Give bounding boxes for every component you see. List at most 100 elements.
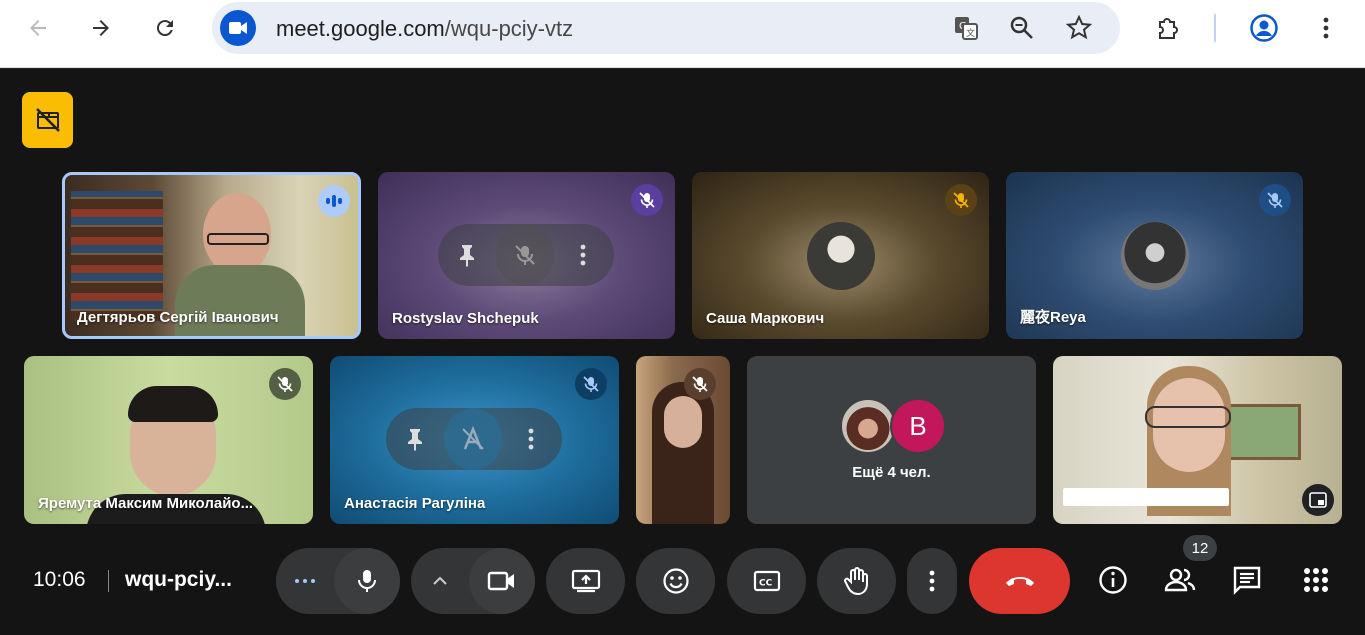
pin-icon — [408, 429, 422, 451]
others-count-label: Ещё 4 чел. — [852, 464, 931, 481]
glasses — [207, 233, 269, 245]
browser-menu-button[interactable] — [1308, 10, 1344, 46]
participant-name: Дегтярьов Сергій Іванович — [77, 309, 279, 326]
audio-controls — [276, 548, 400, 614]
more-options-button[interactable] — [907, 548, 957, 614]
participant-tile[interactable] — [636, 356, 730, 524]
control-divider — [108, 570, 109, 592]
chat-button[interactable] — [1225, 558, 1269, 602]
meet-site-icon — [220, 10, 256, 46]
more-options-button[interactable] — [554, 224, 612, 286]
participant-body — [175, 265, 305, 336]
more-horiz-icon — [295, 579, 315, 583]
meeting-time: 10:06 — [33, 568, 86, 591]
more-vert-icon — [580, 244, 586, 266]
more-vert-icon — [528, 428, 534, 450]
emoji-icon — [662, 568, 689, 594]
meeting-details-button[interactable] — [1091, 558, 1135, 602]
mic-off-icon — [953, 192, 969, 208]
glasses — [1145, 406, 1231, 428]
reload-button[interactable] — [147, 10, 183, 46]
arrow-right-icon — [93, 20, 109, 36]
url-host: meet.google.com — [276, 16, 445, 41]
camera-button[interactable] — [469, 548, 535, 614]
address-bar[interactable]: meet.google.com/wqu-pciy-vtz G文 — [212, 2, 1120, 54]
url-path: /wqu-pciy-vtz — [444, 16, 574, 41]
recording-indicator[interactable] — [22, 92, 73, 148]
wall-picture — [1223, 404, 1301, 460]
participant-letter-avatar: B — [890, 398, 946, 454]
no-video-recording-icon — [35, 108, 60, 132]
muted-indicator — [945, 184, 977, 216]
call-end-icon — [1005, 577, 1034, 586]
profile-button[interactable] — [1246, 10, 1282, 46]
participant-tile[interactable]: 麗夜Reya — [1006, 172, 1303, 339]
participant-avatar — [840, 398, 896, 454]
people-icon — [1164, 568, 1196, 592]
participant-face — [664, 396, 702, 448]
extensions-button[interactable] — [1150, 10, 1186, 46]
present-screen-icon — [571, 569, 600, 593]
mute-participant-button[interactable] — [496, 224, 554, 286]
participant-tile[interactable]: Дегтярьов Сергій Іванович — [62, 172, 361, 339]
video-controls — [411, 548, 535, 614]
captions-button[interactable]: CC — [727, 548, 806, 614]
account-circle-icon — [1250, 14, 1278, 42]
self-view-tile[interactable] — [1053, 356, 1342, 524]
reactions-button[interactable] — [636, 548, 715, 614]
zoom-icon[interactable] — [1008, 14, 1036, 42]
participant-avatar — [807, 222, 875, 290]
tile-hover-controls — [438, 224, 614, 286]
participant-name: Rostyslav Shchepuk — [392, 310, 539, 327]
muted-indicator — [1259, 184, 1291, 216]
people-button[interactable] — [1158, 558, 1202, 602]
present-button[interactable] — [546, 548, 625, 614]
participant-tile[interactable]: Саша Маркович — [692, 172, 989, 339]
hand-icon — [843, 567, 868, 596]
participant-tile[interactable]: Анастасія Рагуліна — [330, 356, 619, 524]
picture-in-picture-icon — [1309, 492, 1327, 508]
raise-hand-button[interactable] — [817, 548, 896, 614]
arrow-left-icon — [30, 20, 46, 36]
participant-name: Саша Маркович — [706, 310, 825, 327]
mic-off-icon — [277, 376, 293, 392]
meeting-code[interactable]: wqu-pciy... — [125, 568, 232, 592]
puzzle-icon — [1159, 18, 1178, 39]
svg-text:文: 文 — [966, 27, 975, 39]
redacted-name — [1063, 488, 1229, 506]
more-vert-icon — [1323, 17, 1329, 39]
muted-indicator — [269, 368, 301, 400]
more-options-button[interactable] — [502, 408, 560, 470]
video-options-button[interactable] — [411, 548, 469, 614]
self-view-resize-button[interactable] — [1302, 484, 1334, 516]
muted-indicator — [631, 184, 663, 216]
bookmark-star-icon[interactable] — [1065, 14, 1093, 42]
activities-button[interactable] — [1294, 558, 1338, 602]
participant-tile[interactable]: Rostyslav Shchepuk — [378, 172, 675, 339]
chat-icon — [1233, 566, 1261, 595]
apps-grid-icon — [1304, 568, 1328, 592]
svg-text:CC: CC — [759, 579, 773, 589]
participant-name: Яремута Максим Миколайо... — [38, 495, 254, 512]
reload-icon — [156, 20, 173, 37]
translate-icon[interactable]: G文 — [952, 14, 980, 42]
muted-indicator — [684, 368, 716, 400]
pin-button[interactable] — [386, 408, 444, 470]
muted-indicator — [575, 368, 607, 400]
mic-off-icon — [639, 192, 655, 208]
leave-call-button[interactable] — [969, 548, 1070, 614]
microphone-button[interactable] — [334, 548, 400, 614]
chevron-up-icon — [433, 576, 447, 585]
back-button[interactable] — [20, 10, 56, 46]
forward-button[interactable] — [83, 10, 119, 46]
mic-off-icon — [1267, 192, 1283, 208]
closed-captions-icon: CC — [753, 570, 780, 592]
browser-toolbar: meet.google.com/wqu-pciy-vtz G文 — [0, 0, 1365, 68]
others-tile[interactable]: B Ещё 4 чел. — [747, 356, 1036, 524]
participant-tile[interactable]: Яремута Максим Миколайо... — [24, 356, 313, 524]
audio-options-button[interactable] — [276, 548, 334, 614]
mic-off-icon — [692, 376, 708, 392]
speaking-indicator — [318, 185, 350, 217]
participant-name: 麗夜Reya — [1020, 309, 1086, 326]
pin-button[interactable] — [438, 224, 496, 286]
